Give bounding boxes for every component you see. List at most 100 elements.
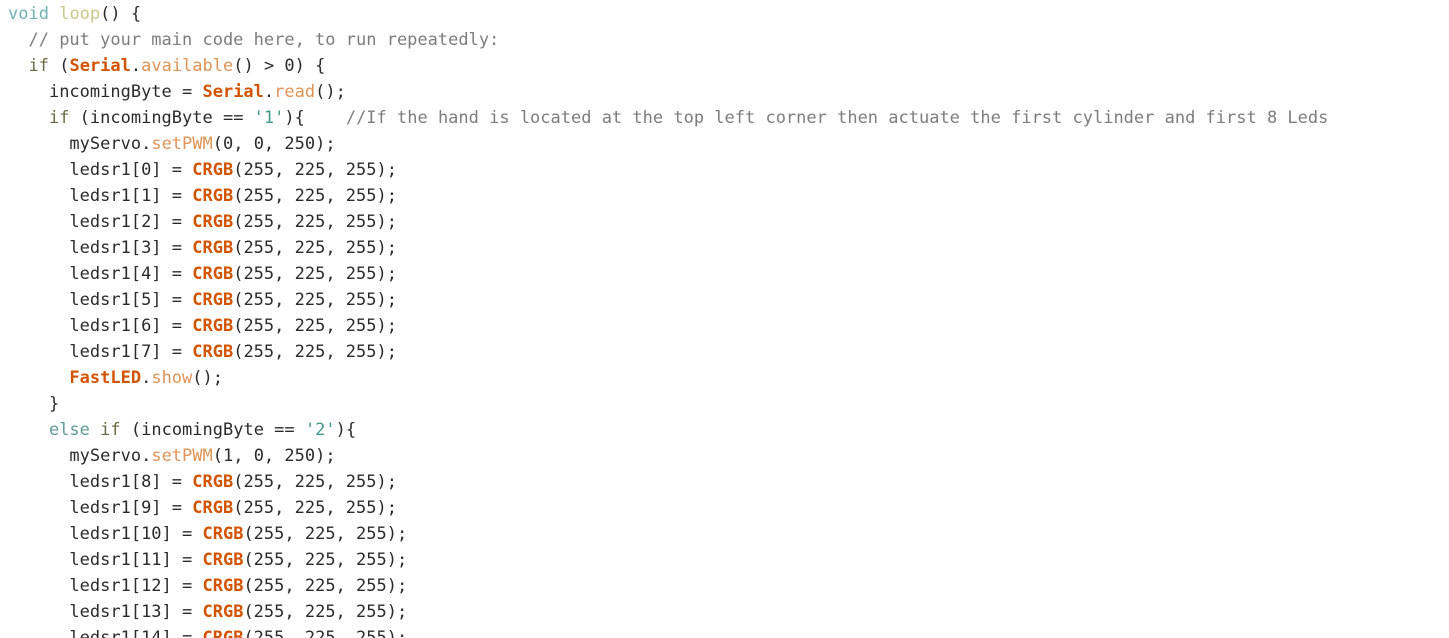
code-token-method: available xyxy=(141,56,234,76)
code-line[interactable]: ledsr1[12] = CRGB(255, 225, 255); xyxy=(0,573,1449,599)
code-line[interactable]: ledsr1[6] = CRGB(255, 225, 255); xyxy=(0,313,1449,339)
code-line[interactable]: ledsr1[5] = CRGB(255, 225, 255); xyxy=(0,287,1449,313)
code-token-string: '2' xyxy=(304,420,336,440)
code-token-method: setPWM xyxy=(151,446,213,466)
code-token-plain: (255, 225, 255); xyxy=(233,342,397,362)
code-token-plain: (incomingByte == xyxy=(69,108,254,128)
code-token-type: void xyxy=(8,4,49,24)
code-line[interactable]: ledsr1[2] = CRGB(255, 225, 255); xyxy=(0,209,1449,235)
code-token-plain: (); xyxy=(192,368,223,388)
code-token-plain: ledsr1[8] = xyxy=(69,472,193,492)
code-token-lib: FastLED xyxy=(69,368,142,388)
code-token-plain: (255, 225, 255); xyxy=(243,628,408,638)
code-line[interactable]: ledsr1[9] = CRGB(255, 225, 255); xyxy=(0,495,1449,521)
code-token-plain: (255, 225, 255); xyxy=(233,316,397,336)
code-line[interactable]: else if (incomingByte == '2'){ xyxy=(0,417,1449,443)
code-token-plain: ledsr1[4] = xyxy=(69,264,193,284)
code-token-plain: ledsr1[12] = xyxy=(69,576,203,596)
code-token-lib: CRGB xyxy=(192,238,234,258)
code-line[interactable]: // put your main code here, to run repea… xyxy=(0,27,1449,53)
code-token-lib: CRGB xyxy=(202,576,244,596)
code-token-plain: (255, 225, 255); xyxy=(243,576,408,596)
code-line[interactable]: FastLED.show(); xyxy=(0,365,1449,391)
code-text-area[interactable]: void loop() { // put your main code here… xyxy=(0,0,1449,638)
code-line[interactable]: ledsr1[10] = CRGB(255, 225, 255); xyxy=(0,521,1449,547)
code-token-plain: ledsr1[0] = xyxy=(69,160,193,180)
code-token-plain: (incomingByte == xyxy=(120,420,305,440)
code-line[interactable]: ledsr1[14] = CRGB(255, 225, 255); xyxy=(0,625,1449,638)
code-token-lib: CRGB xyxy=(202,550,244,570)
code-token-plain: . xyxy=(141,134,152,154)
code-token-plain: ledsr1[10] = xyxy=(69,524,203,544)
code-line[interactable]: ledsr1[4] = CRGB(255, 225, 255); xyxy=(0,261,1449,287)
code-token-lib: CRGB xyxy=(192,290,234,310)
code-line[interactable]: myServo.setPWM(0, 0, 250); xyxy=(0,131,1449,157)
code-token-plain: ledsr1[2] = xyxy=(69,212,193,232)
code-line[interactable]: myServo.setPWM(1, 0, 250); xyxy=(0,443,1449,469)
code-token-plain: . xyxy=(130,56,142,76)
code-token-plain: ledsr1[9] = xyxy=(69,498,193,518)
code-token-plain: (255, 225, 255); xyxy=(243,524,408,544)
code-token-plain: . xyxy=(141,446,152,466)
code-token-kw2: else xyxy=(48,420,90,440)
code-token-plain: myServo xyxy=(69,446,142,466)
code-token-plain: ){ xyxy=(284,108,305,128)
code-line[interactable]: if (Serial.available() > 0) { xyxy=(0,53,1449,79)
code-token-plain: (255, 225, 255); xyxy=(233,472,397,492)
code-line[interactable]: ledsr1[8] = CRGB(255, 225, 255); xyxy=(0,469,1449,495)
code-token-plain: ){ xyxy=(335,420,357,440)
code-line[interactable]: } xyxy=(0,391,1449,417)
code-token-lib: CRGB xyxy=(192,498,234,518)
code-token-plain: incomingByte = xyxy=(48,82,203,102)
code-line[interactable]: ledsr1[7] = CRGB(255, 225, 255); xyxy=(0,339,1449,365)
code-token-plain: (255, 225, 255); xyxy=(233,290,397,310)
code-token-plain: . xyxy=(141,368,152,388)
code-line[interactable]: ledsr1[3] = CRGB(255, 225, 255); xyxy=(0,235,1449,261)
code-token-string: '1' xyxy=(253,108,285,128)
code-line[interactable]: if (incomingByte == '1'){ //If the hand … xyxy=(0,105,1449,131)
code-token-funcname: loop xyxy=(59,4,101,24)
code-token-plain: ledsr1[7] = xyxy=(69,342,193,362)
code-line[interactable]: void loop() { xyxy=(0,1,1449,27)
code-token-plain: } xyxy=(48,394,60,414)
code-token-plain: (); xyxy=(315,82,346,102)
code-line[interactable]: ledsr1[0] = CRGB(255, 225, 255); xyxy=(0,157,1449,183)
code-token-plain: (1, 0, 250); xyxy=(212,446,336,466)
code-token-plain: myServo xyxy=(69,134,142,154)
code-token-kw: if xyxy=(48,108,70,128)
code-token-lib: CRGB xyxy=(192,212,234,232)
code-token-lib: Serial xyxy=(202,82,264,102)
code-token-lib: CRGB xyxy=(192,186,234,206)
code-token-plain: (255, 225, 255); xyxy=(233,186,397,206)
code-token-lib: CRGB xyxy=(192,316,234,336)
code-line[interactable]: incomingByte = Serial.read(); xyxy=(0,79,1449,105)
code-line[interactable]: ledsr1[13] = CRGB(255, 225, 255); xyxy=(0,599,1449,625)
code-token-plain: ledsr1[3] = xyxy=(69,238,193,258)
code-line[interactable]: ledsr1[11] = CRGB(255, 225, 255); xyxy=(0,547,1449,573)
code-token-plain: () { xyxy=(100,4,142,24)
code-token-lib: CRGB xyxy=(202,602,244,622)
code-token-plain: (255, 225, 255); xyxy=(233,264,397,284)
code-editor[interactable]: void loop() { // put your main code here… xyxy=(0,0,1449,638)
code-token-comment: //If the hand is located at the top left… xyxy=(345,108,1329,128)
code-token-lib: CRGB xyxy=(192,160,234,180)
code-line[interactable]: ledsr1[1] = CRGB(255, 225, 255); xyxy=(0,183,1449,209)
